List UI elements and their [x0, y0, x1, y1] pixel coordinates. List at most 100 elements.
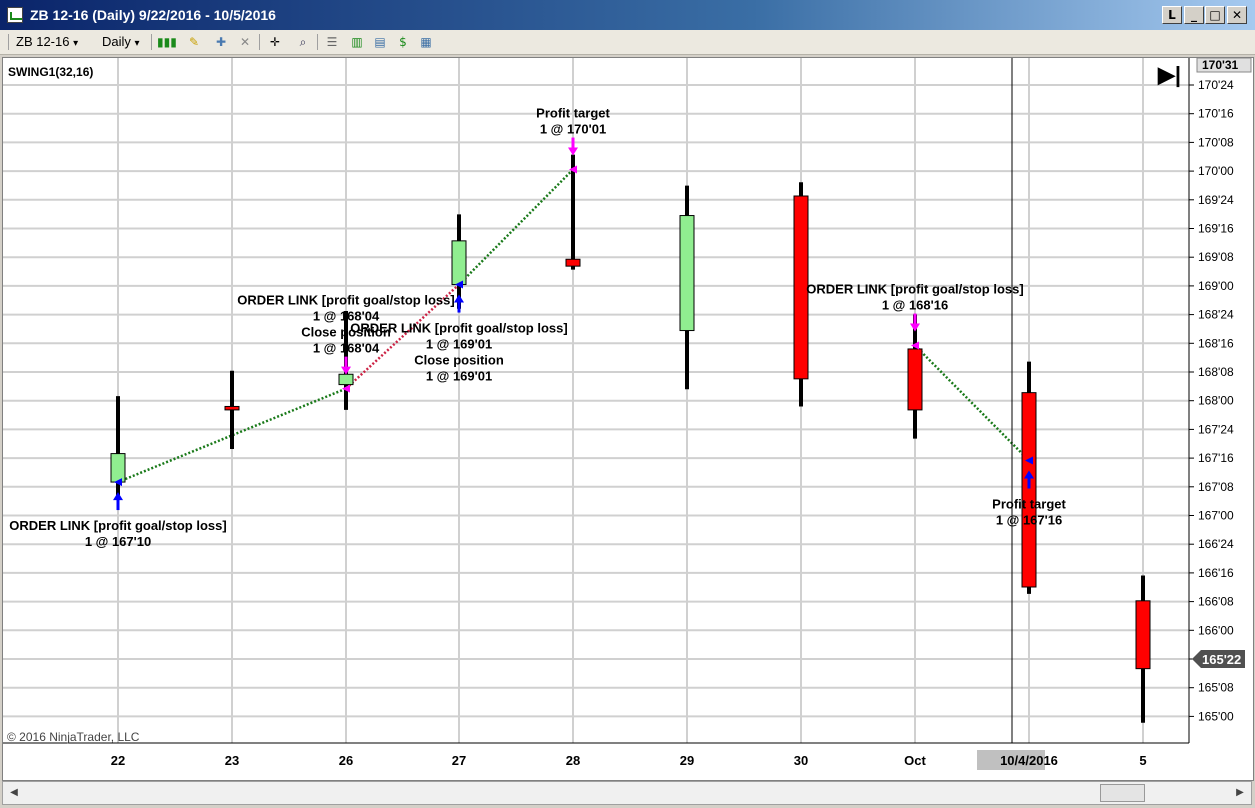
toolbar-separator — [151, 34, 152, 50]
candle-body — [565, 258, 581, 267]
date-axis-label: 22 — [111, 753, 125, 768]
data-box-icon[interactable]: ▦ — [418, 34, 434, 50]
trade-annotation-text: 1 @ 170'01 — [540, 122, 606, 137]
chevron-down-icon: ▾ — [134, 38, 140, 49]
date-axis-label: 5 — [1139, 753, 1146, 768]
price-axis-label: 167'00 — [1198, 509, 1234, 523]
chevron-down-icon: ▾ — [73, 38, 79, 49]
candle-body — [1135, 600, 1151, 670]
candle-body — [1021, 392, 1037, 588]
instrument-selector[interactable]: ZB 12-16 ▾ — [16, 33, 78, 51]
zoom-icon[interactable]: ⌕ — [295, 34, 311, 50]
title-bar: ZB 12-16 (Daily) 9/22/2016 - 10/5/2016 L… — [0, 0, 1255, 30]
interval-selector[interactable]: Daily ▾ — [102, 33, 140, 51]
price-axis-label: 169'00 — [1198, 279, 1234, 293]
dollar-icon[interactable]: $ — [395, 34, 411, 50]
candle-body — [224, 405, 240, 411]
price-axis-label: 169'24 — [1198, 193, 1234, 207]
chart-trader-icon[interactable]: ▤ — [372, 34, 388, 50]
toolbar-grip — [8, 34, 9, 50]
indicator-label: SWING1(32,16) — [8, 65, 93, 79]
maximize-button[interactable]: □ — [1205, 6, 1225, 24]
buy-arrow-head — [113, 492, 123, 501]
strategy-icon[interactable]: ▥ — [349, 34, 365, 50]
price-axis-label: 168'16 — [1198, 336, 1234, 350]
crosshair-icon[interactable]: ✛ — [267, 34, 283, 50]
trade-annotation-text: 1 @ 169'01 — [426, 369, 492, 384]
trade-annotation-text: ORDER LINK [profit goal/stop loss] — [806, 282, 1023, 297]
date-axis-label: Oct — [904, 753, 926, 768]
close-button[interactable]: ✕ — [1227, 6, 1247, 24]
date-axis-label: 27 — [452, 753, 466, 768]
price-axis-label: 166'08 — [1198, 595, 1234, 609]
candle-body — [451, 240, 467, 286]
date-axis-label: 29 — [680, 753, 694, 768]
scroll-to-end-icon[interactable]: ▶| — [1157, 62, 1181, 87]
candle-body — [679, 215, 695, 332]
price-axis-label: 166'16 — [1198, 566, 1234, 580]
horizontal-scrollbar[interactable]: ◀ ▶ — [2, 781, 1252, 805]
candle-body — [338, 373, 354, 386]
candle-body — [110, 453, 126, 483]
toolbar-separator — [259, 34, 260, 50]
buy-arrow-head — [454, 294, 464, 303]
pencil-draw-icon[interactable]: ✎ — [186, 34, 202, 50]
scrollbar-thumb[interactable] — [1100, 784, 1145, 802]
price-axis-label: 170'24 — [1198, 78, 1234, 92]
interval-label: Daily — [102, 34, 131, 49]
trade-annotation-text: 1 @ 168'04 — [313, 341, 380, 356]
properties-icon[interactable]: ☰ — [324, 34, 340, 50]
trade-line — [458, 168, 574, 286]
trade-annotation-text: Close position — [414, 353, 504, 368]
trade-annotation-text: ORDER LINK [profit goal/stop loss] — [350, 321, 567, 336]
trade-annotation-text: 1 @ 168'16 — [882, 298, 948, 313]
minimize-button[interactable]: _ — [1184, 6, 1204, 24]
copyright-label: © 2016 NinjaTrader, LLC — [7, 730, 140, 744]
trade-annotation-text: 1 @ 167'16 — [996, 513, 1062, 528]
add-indicator-icon[interactable]: ✚ — [213, 34, 229, 50]
price-axis-label: 170'00 — [1198, 164, 1234, 178]
sell-arrow-head — [341, 366, 351, 375]
price-chart[interactable]: ORDER LINK [profit goal/stop loss]1 @ 16… — [3, 57, 1253, 780]
price-axis-label: 170'08 — [1198, 135, 1234, 149]
top-price-tag: 170'31 — [1202, 58, 1239, 72]
trade-annotation-text: 1 @ 167'10 — [85, 534, 151, 549]
price-axis-label: 166'00 — [1198, 623, 1234, 637]
date-axis-label: 26 — [339, 753, 353, 768]
trade-annotation-text: Profit target — [536, 106, 610, 121]
price-axis-label: 169'16 — [1198, 222, 1234, 236]
scroll-left-icon[interactable]: ◀ — [5, 784, 23, 802]
date-axis-label: 10/4/2016 — [1000, 753, 1058, 768]
price-axis-label: 168'08 — [1198, 365, 1234, 379]
price-axis-label: 165'08 — [1198, 681, 1234, 695]
price-axis-label: 168'24 — [1198, 308, 1234, 322]
sell-arrow-head — [910, 323, 920, 332]
price-axis-label: 167'24 — [1198, 422, 1234, 436]
price-axis-label: 166'24 — [1198, 537, 1234, 551]
date-axis-label: 23 — [225, 753, 239, 768]
trade-annotation-text: ORDER LINK [profit goal/stop loss] — [9, 518, 226, 533]
price-axis-label: 170'16 — [1198, 107, 1234, 121]
trade-annotation-text: Profit target — [992, 497, 1066, 512]
chart-toolbar: ZB 12-16 ▾ Daily ▾ ▮▮▮ ✎ ✚ ✕ ✛ ⌕ ☰ ▥ ▤ $… — [0, 30, 1255, 55]
price-axis-label: 169'08 — [1198, 250, 1234, 264]
toolbar-separator — [317, 34, 318, 50]
sell-arrow-head — [568, 147, 578, 156]
chart-app-icon — [7, 7, 23, 23]
candle-body — [907, 348, 923, 411]
date-axis-label: 30 — [794, 753, 808, 768]
chart-panel[interactable]: ORDER LINK [profit goal/stop loss] 1 @ 16… — [2, 57, 1254, 781]
trade-annotation-text: ORDER LINK [profit goal/stop loss] — [237, 293, 454, 308]
link-button[interactable]: L — [1162, 6, 1182, 24]
remove-drawings-icon[interactable]: ✕ — [237, 34, 253, 50]
trade-annotation-text: 1 @ 169'01 — [426, 337, 492, 352]
price-axis-label: 167'08 — [1198, 480, 1234, 494]
bar-type-icon[interactable]: ▮▮▮ — [157, 34, 177, 50]
price-axis-label: 168'00 — [1198, 394, 1234, 408]
last-price-tag: 165'22 — [1202, 652, 1241, 667]
scroll-right-icon[interactable]: ▶ — [1231, 784, 1249, 802]
window-title: ZB 12-16 (Daily) 9/22/2016 - 10/5/2016 — [30, 7, 276, 23]
date-axis-label: 28 — [566, 753, 580, 768]
price-axis-label: 167'16 — [1198, 451, 1234, 465]
instrument-label: ZB 12-16 — [16, 34, 70, 49]
